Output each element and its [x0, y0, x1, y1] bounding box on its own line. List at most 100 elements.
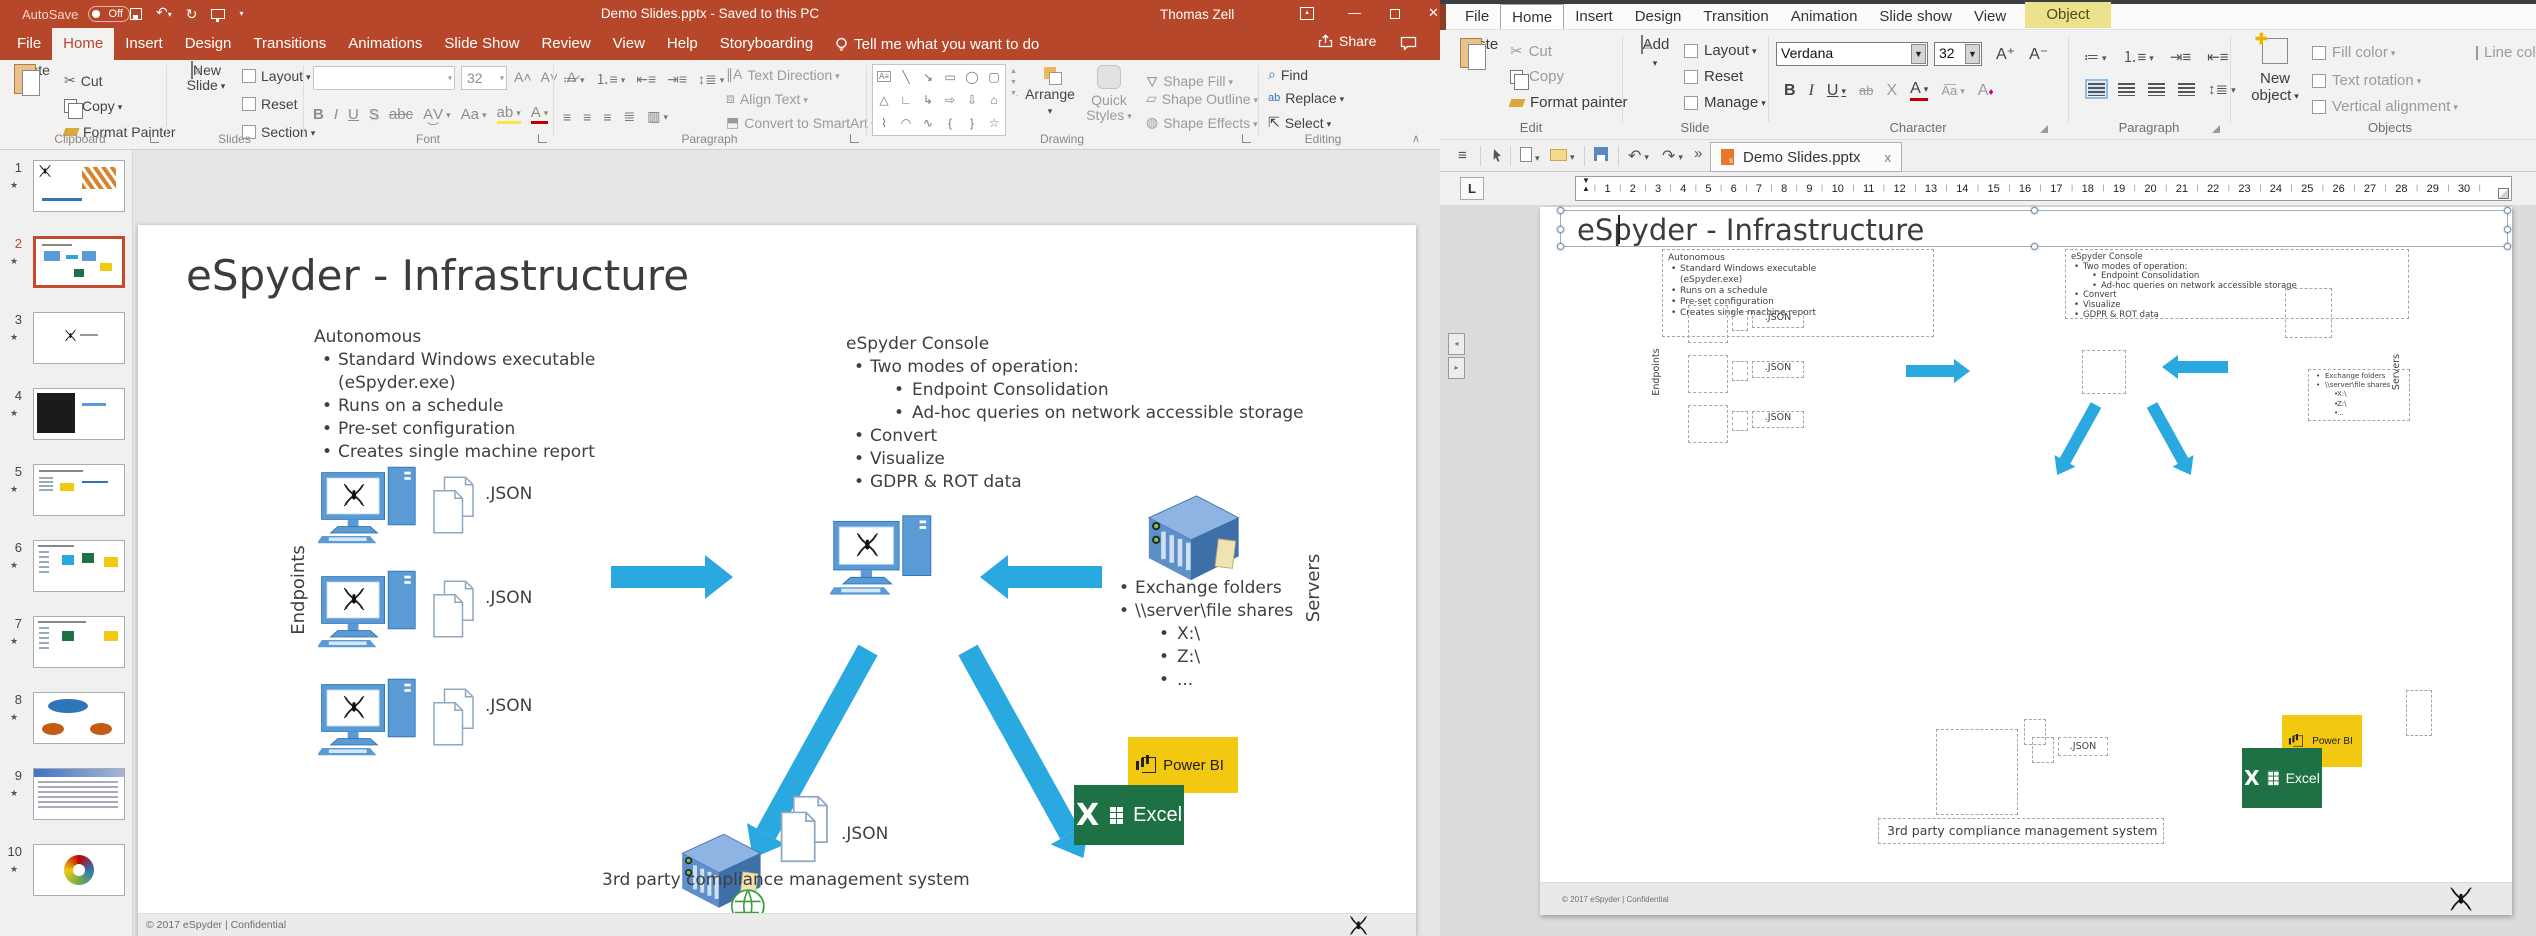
font-color-icon[interactable]: A [1910, 80, 1928, 101]
sm-format-painter-button[interactable]: Format painter [1510, 94, 1628, 111]
signed-in-user[interactable]: Thomas Zell [1160, 7, 1234, 22]
selected-title-frame[interactable]: eSpyder - Infrastructure [1560, 210, 2508, 247]
sm-text-rotation-button[interactable]: Text rotation [2312, 72, 2421, 89]
textbox-icon[interactable]: A≡ [877, 71, 891, 82]
elbow-arrow-icon[interactable]: ↳ [923, 93, 933, 107]
endpoints-label[interactable]: Endpoints [288, 535, 308, 645]
sm-tab-object[interactable]: Object [2025, 2, 2111, 28]
missing-image-placeholder[interactable] [1732, 411, 1748, 431]
strikethrough-icon[interactable]: ab [1859, 83, 1873, 98]
pointer-hand-icon[interactable] [1490, 148, 1503, 163]
undo-icon[interactable]: ↶ [1628, 146, 1649, 166]
star-icon[interactable]: ☆ [989, 116, 1000, 130]
tab-help[interactable]: Help [656, 28, 709, 60]
convert-smartart-button[interactable]: ⬒Convert to SmartArt [726, 114, 875, 131]
select-button[interactable]: ⇱Select [1268, 114, 1331, 131]
text-shadow-icon[interactable]: S [369, 106, 379, 123]
align-text-button[interactable]: ⧈Align Text [726, 90, 808, 107]
tell-me-box[interactable]: Tell me what you want to do [824, 28, 1050, 60]
triangle-icon[interactable]: △ [879, 93, 888, 107]
missing-image-placeholder[interactable] [2406, 690, 2432, 736]
subscript-icon[interactable]: X [1886, 82, 1897, 100]
excel-logo[interactable]: XExcel [1074, 785, 1184, 845]
align-left-icon[interactable] [2088, 82, 2105, 96]
arrow-shape-icon[interactable]: ↘ [923, 70, 933, 84]
sm-manage-button[interactable]: Manage [1684, 94, 1766, 111]
slide-thumbnail-10[interactable]: 10 [0, 842, 133, 914]
numbering-icon[interactable]: ⒈≡ [2123, 46, 2154, 67]
tab-slideshow[interactable]: Slide Show [433, 28, 530, 60]
cut-button[interactable]: ✂Cut [64, 72, 103, 89]
character-dialog-launcher[interactable] [2040, 125, 2048, 133]
sm-tab-view[interactable]: View [1963, 4, 2017, 29]
endpoint-computer-icon[interactable] [318, 569, 426, 649]
right-margin-marker-icon[interactable] [2499, 189, 2508, 198]
sm-copy-button[interactable]: Copy [1510, 68, 1564, 85]
italic-icon[interactable]: I [1809, 82, 1814, 100]
sm-reset-button[interactable]: Reset [1684, 68, 1743, 85]
shapes-gallery[interactable]: A≡ ╲↘ ▭◯▢ △∟↳ ⇨⇩⌂ ⌇◠∿ {}☆ [872, 64, 1006, 136]
endpoint-computer-icon[interactable] [318, 465, 426, 545]
missing-image-placeholder[interactable] [1688, 305, 1728, 343]
character-spacing-icon[interactable]: A͜V [423, 106, 451, 123]
sm-tab-insert[interactable]: Insert [1564, 4, 1624, 29]
third-party-label[interactable]: 3rd party compliance management system [602, 869, 970, 892]
shapes-scroll[interactable]: ▲▼▼̱ [1010, 68, 1017, 97]
sm-tab-animation[interactable]: Animation [1780, 4, 1869, 29]
sm-third-party-label[interactable]: 3rd party compliance management system [1878, 818, 2164, 844]
bold-icon[interactable]: B [1784, 82, 1796, 100]
new-slide-button[interactable]: NewSlide [176, 63, 236, 94]
paste-button[interactable]: Paste▾ [6, 63, 58, 95]
sm-exchange-text[interactable]: Exchange folders \\server\file shares X:… [2308, 369, 2410, 421]
sm-tab-design[interactable]: Design [1624, 4, 1693, 29]
autonomous-text[interactable]: Autonomous Standard Windows executable (… [314, 326, 714, 464]
line-spacing-icon[interactable]: ↕≣ [2208, 80, 2236, 98]
sm-layout-button[interactable]: Layout [1684, 42, 1757, 59]
save-icon[interactable] [130, 8, 142, 20]
document-tab[interactable]: Demo Slides.pptx x [1710, 142, 1902, 172]
arrow-left[interactable] [980, 555, 1102, 599]
json-docs-icon[interactable] [431, 475, 479, 535]
sm-excel-logo[interactable]: XExcel [2242, 748, 2322, 808]
text-direction-button[interactable]: ∥AText Direction [726, 66, 840, 83]
bullets-icon[interactable]: ≔ [2084, 48, 2107, 66]
shrink-font-icon[interactable]: A˅ [541, 69, 559, 85]
horizontal-ruler[interactable]: ▼▲ |1|2|3|4|5|6|7|8|9|10|11|12|13|14|15|… [1575, 176, 2512, 201]
sm-tab-home[interactable]: Home [1500, 4, 1564, 29]
missing-image-placeholder[interactable] [2032, 737, 2054, 763]
sm-vertical-alignment-button[interactable]: Vertical alignment [2312, 98, 2458, 115]
ribbon-display-options-icon[interactable]: ▴ [1300, 7, 1314, 20]
font-size-combo[interactable]: 32▾ [461, 66, 507, 90]
missing-image-placeholder[interactable] [1688, 405, 1728, 443]
close-document-icon[interactable]: x [1885, 150, 1892, 165]
increase-indent-icon[interactable]: ⇥≡ [2170, 48, 2191, 66]
bullets-icon[interactable]: ≔ [563, 71, 585, 88]
slide-thumbnail-8[interactable]: 8 [0, 690, 133, 762]
line-spacing-icon[interactable]: ↕≣ [698, 71, 724, 88]
copy-button[interactable]: Copy [64, 98, 122, 114]
left-brace-icon[interactable]: { [948, 116, 952, 130]
json-label[interactable]: .JSON [841, 823, 888, 846]
missing-image-placeholder[interactable] [1688, 355, 1728, 393]
justify-icon[interactable]: ≣ [624, 108, 636, 125]
redo-icon[interactable]: ↻ [186, 7, 198, 21]
sm-line-color-button[interactable]: Line color [2476, 44, 2536, 61]
layout-button[interactable]: Layout [242, 68, 311, 84]
align-center-icon[interactable] [2118, 82, 2135, 96]
missing-image-placeholder[interactable] [1732, 311, 1748, 331]
redo-icon[interactable]: ↷ [1662, 146, 1683, 166]
replace-button[interactable]: abReplace [1268, 90, 1344, 106]
sm-tab-slideshow[interactable]: Slide show [1868, 4, 1963, 29]
increase-indent-icon[interactable]: ⇥≡ [667, 71, 687, 88]
sm-slide-title[interactable]: eSpyder - Infrastructure [1577, 213, 1924, 247]
panel-toggle-button[interactable]: ◂ [1448, 333, 1465, 355]
sm-arrow-down-left[interactable] [2047, 399, 2107, 481]
customize-qat-icon[interactable]: ▾ [239, 9, 243, 18]
comments-icon[interactable] [1400, 36, 1417, 53]
italic-icon[interactable]: I [334, 106, 338, 123]
json-docs-icon[interactable] [431, 687, 479, 747]
sm-json-label[interactable]: .JSON [2058, 737, 2108, 756]
paragraph-dialog-launcher[interactable] [850, 134, 859, 143]
sm-tab-transition[interactable]: Transition [1692, 4, 1779, 29]
autosave-toggle[interactable]: Off [88, 6, 130, 22]
